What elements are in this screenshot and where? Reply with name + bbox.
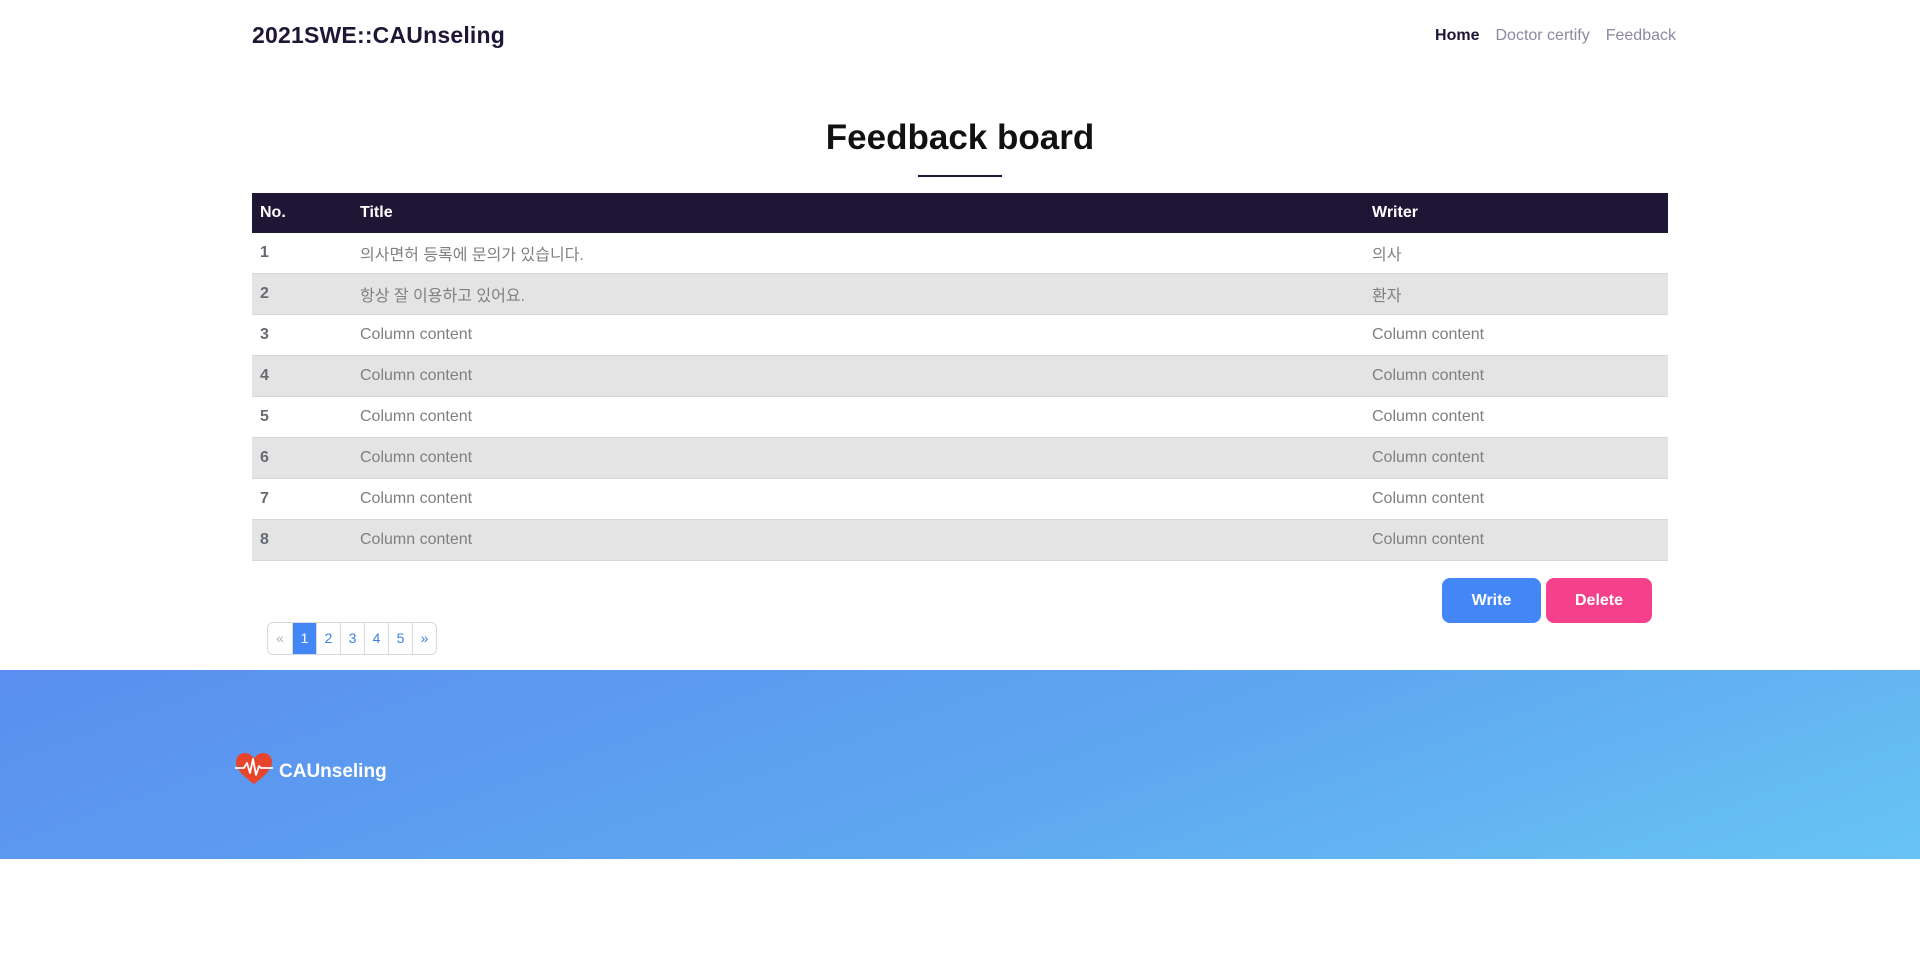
pagination-prev[interactable]: « bbox=[268, 623, 292, 654]
delete-button[interactable]: Delete bbox=[1546, 578, 1652, 623]
table-row[interactable]: 8 Column content Column content bbox=[252, 519, 1668, 561]
footer: CAUnseling bbox=[0, 670, 1920, 859]
pagination-page-4[interactable]: 4 bbox=[364, 623, 388, 654]
page-title: Feedback board bbox=[825, 118, 1095, 157]
row-writer: Column content bbox=[1364, 519, 1668, 561]
header-no: No. bbox=[252, 193, 352, 233]
nav-links: Home Doctor certify Feedback bbox=[1435, 27, 1676, 45]
row-number: 4 bbox=[252, 355, 352, 397]
row-title[interactable]: Column content bbox=[352, 396, 1364, 438]
title-underline bbox=[918, 175, 1002, 177]
row-writer: 의사 bbox=[1364, 233, 1668, 274]
table-row[interactable]: 3 Column content Column content bbox=[252, 314, 1668, 356]
row-title[interactable]: Column content bbox=[352, 314, 1364, 356]
pagination-page-2[interactable]: 2 bbox=[316, 623, 340, 654]
row-title[interactable]: Column content bbox=[352, 478, 1364, 520]
pagination-next[interactable]: » bbox=[412, 623, 436, 654]
nav-link-home[interactable]: Home bbox=[1435, 27, 1479, 45]
write-button[interactable]: Write bbox=[1442, 578, 1541, 623]
table-row[interactable]: 2 항상 잘 이용하고 있어요. 환자 bbox=[252, 273, 1668, 315]
row-writer: Column content bbox=[1364, 396, 1668, 438]
row-title[interactable]: 항상 잘 이용하고 있어요. bbox=[352, 273, 1364, 315]
row-title[interactable]: Column content bbox=[352, 519, 1364, 561]
table-header: No. Title Writer bbox=[252, 193, 1668, 233]
pagination-page-1[interactable]: 1 bbox=[292, 623, 316, 654]
row-number: 1 bbox=[252, 233, 352, 274]
row-title[interactable]: 의사면허 등록에 문의가 있습니다. bbox=[352, 233, 1364, 274]
row-number: 6 bbox=[252, 437, 352, 479]
footer-brand: CAUnseling bbox=[279, 760, 387, 782]
row-writer: Column content bbox=[1364, 437, 1668, 479]
nav-link-feedback[interactable]: Feedback bbox=[1606, 27, 1676, 45]
heart-pulse-icon bbox=[235, 752, 273, 791]
feedback-table: No. Title Writer 1 의사면허 등록에 문의가 있습니다. 의사… bbox=[252, 193, 1668, 561]
site-brand[interactable]: 2021SWE::CAUnseling bbox=[252, 22, 505, 49]
table-row[interactable]: 6 Column content Column content bbox=[252, 437, 1668, 479]
pagination-page-3[interactable]: 3 bbox=[340, 623, 364, 654]
row-number: 8 bbox=[252, 519, 352, 561]
pagination: « 1 2 3 4 5 » bbox=[267, 622, 437, 655]
row-title[interactable]: Column content bbox=[352, 437, 1364, 479]
table-row[interactable]: 7 Column content Column content bbox=[252, 478, 1668, 520]
top-navbar: 2021SWE::CAUnseling Home Doctor certify … bbox=[0, 0, 1920, 74]
pagination-page-5[interactable]: 5 bbox=[388, 623, 412, 654]
table-body: 1 의사면허 등록에 문의가 있습니다. 의사 2 항상 잘 이용하고 있어요.… bbox=[252, 233, 1668, 561]
row-number: 3 bbox=[252, 314, 352, 356]
row-writer: Column content bbox=[1364, 355, 1668, 397]
row-number: 7 bbox=[252, 478, 352, 520]
row-writer: Column content bbox=[1364, 478, 1668, 520]
nav-link-doctor-certify[interactable]: Doctor certify bbox=[1495, 27, 1589, 45]
row-writer: Column content bbox=[1364, 314, 1668, 356]
footer-logo[interactable]: CAUnseling bbox=[235, 752, 387, 791]
row-number: 5 bbox=[252, 396, 352, 438]
table-row[interactable]: 1 의사면허 등록에 문의가 있습니다. 의사 bbox=[252, 233, 1668, 274]
row-title[interactable]: Column content bbox=[352, 355, 1364, 397]
table-row[interactable]: 5 Column content Column content bbox=[252, 396, 1668, 438]
header-title: Title bbox=[352, 193, 1364, 233]
table-row[interactable]: 4 Column content Column content bbox=[252, 355, 1668, 397]
row-writer: 환자 bbox=[1364, 273, 1668, 315]
header-writer: Writer bbox=[1364, 193, 1668, 233]
row-number: 2 bbox=[252, 273, 352, 315]
